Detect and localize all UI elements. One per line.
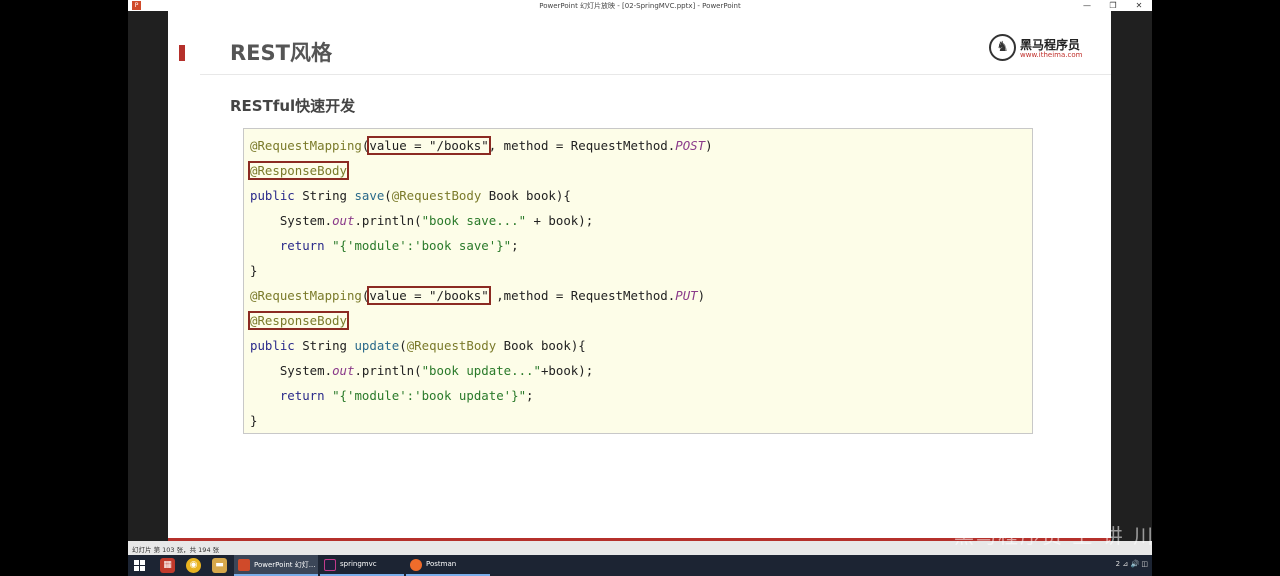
taskbar-app-label: springmvc (340, 560, 377, 568)
title-bar: P PowerPoint 幻灯片放映 - [02-SpringMVC.pptx]… (128, 0, 1152, 11)
powerpoint-icon (238, 559, 250, 571)
taskbar-app-label: PowerPoint 幻灯... (254, 561, 316, 569)
window-title: PowerPoint 幻灯片放映 - [02-SpringMVC.pptx] -… (539, 2, 741, 10)
code-token: , method = RequestMethod. (488, 138, 676, 153)
app-grid-icon[interactable]: ▦ (160, 558, 175, 573)
code-token: @RequestMapping (250, 288, 362, 303)
code-line: public String update(@RequestBody Book b… (250, 335, 586, 357)
code-line: @ResponseBody (248, 160, 349, 182)
code-token: return (279, 388, 325, 403)
code-token: ) (705, 138, 713, 153)
code-token: System. (250, 213, 333, 228)
code-line: public String save(@RequestBody Book boo… (250, 185, 571, 207)
code-token: "book update..." (421, 363, 541, 378)
code-token: Book book){ (496, 338, 586, 353)
watermark: 黑马程序员 上 讲 川 (954, 524, 1156, 548)
code-token: String (294, 188, 355, 203)
code-token: Book book){ (481, 188, 571, 203)
code-token: ( (384, 188, 392, 203)
code-token: "book save..." (421, 213, 527, 228)
code-token: ; (511, 238, 519, 253)
code-token: .println( (354, 213, 422, 228)
code-token: @RequestMapping (250, 138, 362, 153)
code-token: System. (250, 363, 333, 378)
code-token: @RequestBody (391, 188, 482, 203)
code-token: public (250, 338, 295, 353)
taskbar-app-postman[interactable]: Postman (406, 555, 490, 576)
code-token: .println( (354, 363, 422, 378)
system-tray[interactable]: 2 ⊿ 🔊 ◫ (1116, 560, 1148, 568)
slide-counter: 幻灯片 第 103 张，共 194 张 (132, 546, 220, 554)
highlighted-value: value = "/books" (367, 286, 491, 305)
title-divider (200, 74, 1111, 75)
highlighted-value: value = "/books" (367, 136, 491, 155)
code-token: ( (399, 338, 407, 353)
highlighted-annotation: @ResponseBody (248, 311, 349, 330)
code-token: +book); (540, 363, 594, 378)
code-token: out (332, 363, 355, 378)
taskbar: ▦ ◉ ▬ PowerPoint 幻灯... springmvc Postman… (128, 555, 1152, 576)
code-token: ) (697, 288, 706, 303)
chrome-icon[interactable]: ◉ (186, 558, 201, 573)
code-token: } (250, 263, 258, 278)
code-line: } (250, 260, 257, 282)
highlighted-annotation: @ResponseBody (248, 161, 349, 180)
code-token: return (279, 238, 325, 253)
slide-title: REST风格 (230, 41, 332, 65)
brand-logo: ♞ 黑马程序员 www.itheima.com (989, 33, 1089, 65)
code-token: out (332, 213, 355, 228)
logo-url: www.itheima.com (1020, 51, 1083, 59)
restore-button[interactable]: ❐ (1100, 0, 1126, 11)
code-token: POST (675, 138, 706, 153)
code-line: System.out.println("book save..." + book… (250, 210, 593, 232)
code-token: @RequestBody (406, 338, 497, 353)
code-token: ,method = RequestMethod. (488, 288, 676, 303)
code-line: return "{'module':'book update'}"; (250, 385, 534, 407)
code-token: update (354, 338, 400, 353)
close-button[interactable]: ✕ (1126, 0, 1152, 11)
code-line: @RequestMapping(value = "/books", method… (250, 135, 713, 157)
code-token: PUT (675, 288, 698, 303)
code-line: } (250, 410, 257, 432)
code-block: @RequestMapping(value = "/books", method… (243, 128, 1033, 434)
code-token: save (354, 188, 385, 203)
title-accent-bar (179, 45, 185, 61)
file-explorer-icon[interactable]: ▬ (212, 558, 227, 573)
code-token: "{'module':'book update'}" (332, 388, 527, 403)
code-token: String (294, 338, 355, 353)
code-token: "{'module':'book save'}" (332, 238, 512, 253)
code-token: } (250, 413, 258, 428)
code-line: @ResponseBody (248, 310, 349, 332)
code-line: @RequestMapping(value = "/books" ,method… (250, 285, 705, 307)
slide-subtitle: RESTful快速开发 (230, 97, 356, 115)
code-token: public (250, 188, 295, 203)
code-token: + book); (526, 213, 594, 228)
intellij-icon (324, 559, 336, 571)
taskbar-app-springmvc[interactable]: springmvc (320, 555, 404, 576)
code-token: ; (526, 388, 534, 403)
taskbar-app-powerpoint[interactable]: PowerPoint 幻灯... (234, 555, 318, 576)
postman-icon (410, 559, 422, 571)
minimize-button[interactable]: — (1074, 0, 1100, 11)
taskbar-app-label: Postman (426, 560, 457, 568)
slide[interactable]: REST风格 ♞ 黑马程序员 www.itheima.com RESTful快速… (168, 11, 1111, 541)
powerpoint-window: P PowerPoint 幻灯片放映 - [02-SpringMVC.pptx]… (128, 0, 1156, 576)
code-line: System.out.println("book update..."+book… (250, 360, 593, 382)
windows-start-icon[interactable] (134, 560, 145, 571)
code-line: return "{'module':'book save'}"; (250, 235, 519, 257)
horse-logo-icon: ♞ (989, 34, 1016, 61)
